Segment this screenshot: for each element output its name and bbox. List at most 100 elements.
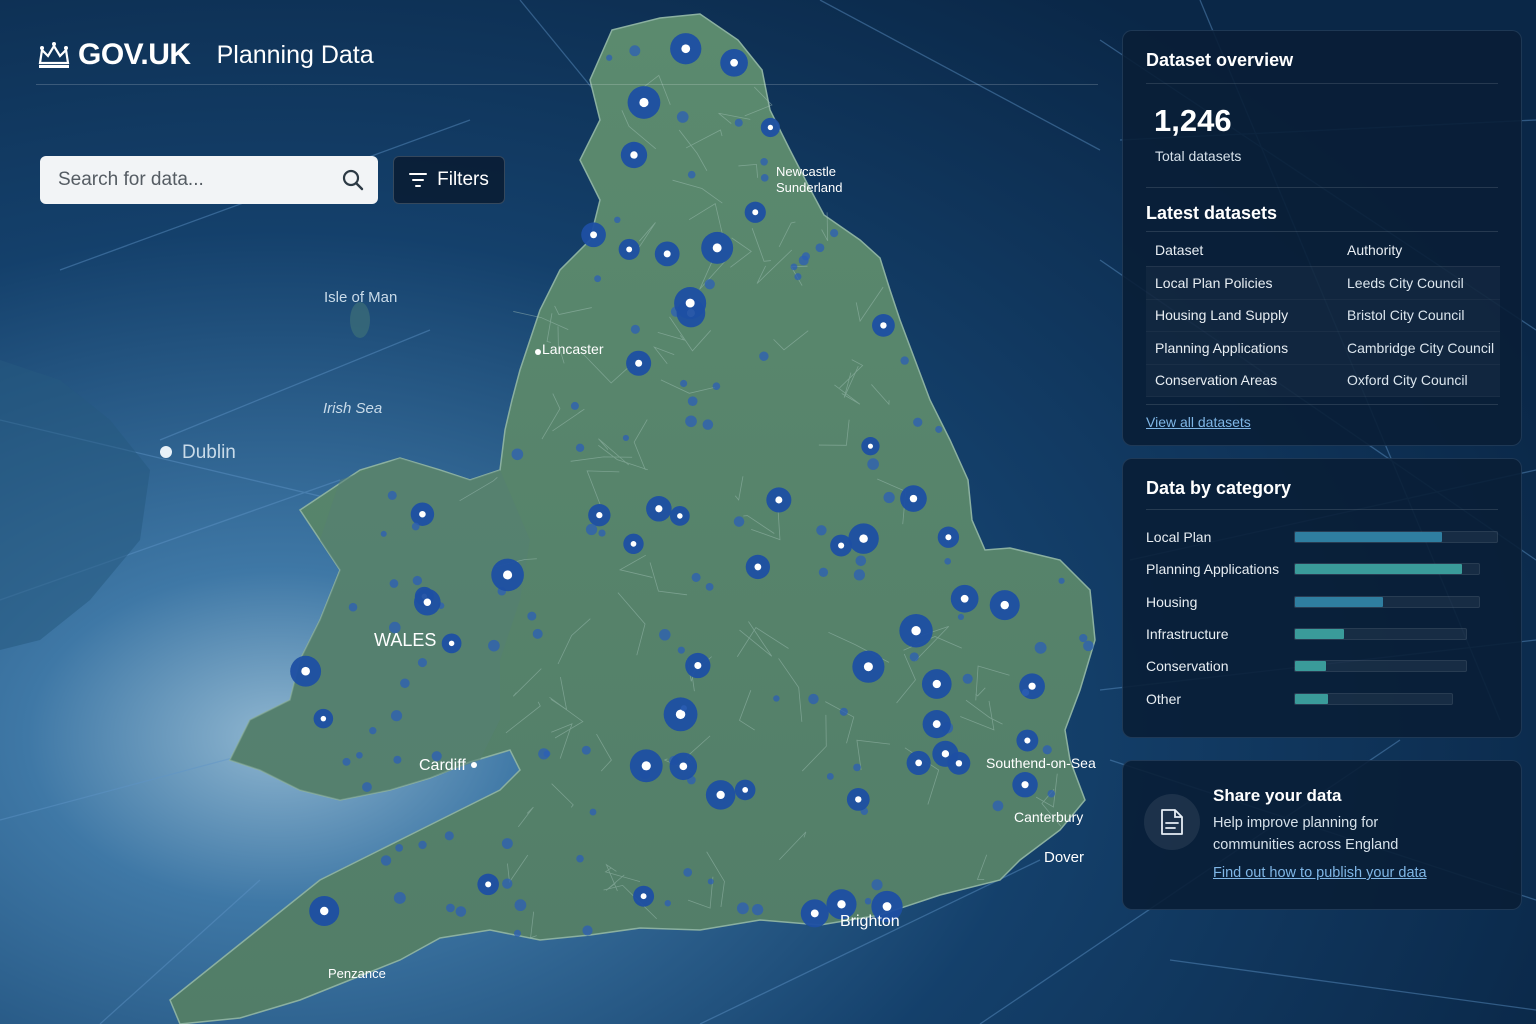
- map-pin-icon: [446, 903, 455, 913]
- category-row[interactable]: Planning Applications: [1146, 559, 1480, 579]
- map-pin-icon: [623, 533, 644, 555]
- map-pin-icon: [538, 748, 550, 760]
- map-pin-icon: [410, 502, 435, 526]
- map-pin-icon: [1019, 673, 1045, 700]
- map-label-canterbury: Canterbury: [1014, 809, 1083, 825]
- map-pin-icon: [598, 529, 606, 537]
- category-row[interactable]: Housing: [1146, 592, 1480, 612]
- map-pin-icon: [1047, 789, 1056, 798]
- table-row[interactable]: Housing Land Supply Bristol City Council: [1146, 300, 1500, 332]
- map-pin-icon: [491, 558, 524, 592]
- map-pin-icon: [501, 838, 513, 849]
- category-row[interactable]: Conservation: [1146, 656, 1467, 676]
- crown-icon: [36, 41, 72, 69]
- search-input[interactable]: [56, 168, 342, 192]
- service-name[interactable]: Planning Data: [217, 41, 374, 70]
- category-bar-track: [1294, 595, 1480, 608]
- table-row[interactable]: Local Plan Policies Leeds City Council: [1146, 267, 1500, 300]
- category-bar-track: [1294, 531, 1498, 543]
- site-header: GOV.UK Planning Data: [36, 26, 1098, 85]
- map-pin-icon: [704, 279, 715, 290]
- filter-icon: [409, 172, 428, 188]
- map-pin-icon: [412, 575, 422, 586]
- map-pin-icon: [687, 170, 696, 179]
- map-pin-icon: [759, 351, 769, 361]
- map-pin-icon: [389, 579, 399, 588]
- map-pin-icon: [618, 238, 640, 260]
- map-pin-icon: [913, 417, 923, 427]
- map-pin-icon: [909, 652, 919, 662]
- publish-data-link[interactable]: Find out how to publish your data: [1213, 865, 1427, 881]
- map-pin-icon: [900, 356, 909, 365]
- map-pin-icon: [899, 614, 933, 648]
- category-bar-fill: [1295, 532, 1442, 542]
- latest-datasets-table: Dataset Authority Local Plan Policies Le…: [1146, 233, 1500, 397]
- map-pin-icon: [705, 582, 714, 591]
- map-pin-icon: [581, 222, 606, 248]
- map-pin-icon: [620, 141, 648, 169]
- dublin-marker-icon: [160, 446, 172, 458]
- map-pin-icon: [514, 899, 527, 912]
- filters-button[interactable]: Filters: [393, 156, 505, 204]
- map-pin-icon: [848, 523, 879, 554]
- category-row[interactable]: Infrastructure: [1146, 624, 1467, 644]
- authority-name: Cambridge City Council: [1347, 339, 1495, 356]
- category-label: Conservation: [1146, 658, 1229, 675]
- map-pin-icon: [680, 379, 688, 388]
- dataset-name: Local Plan Policies: [1155, 274, 1273, 291]
- category-bar-track: [1294, 692, 1453, 705]
- category-row[interactable]: Local Plan: [1146, 527, 1498, 547]
- category-bar-track: [1294, 627, 1467, 640]
- map-pin-icon: [1042, 745, 1052, 755]
- map-pin-icon: [614, 216, 621, 224]
- map-pin-icon: [853, 569, 865, 581]
- column-header-authority: Authority: [1347, 241, 1403, 258]
- map-pin-icon: [1021, 688, 1030, 697]
- category-row[interactable]: Other: [1146, 689, 1453, 709]
- table-row[interactable]: Planning Applications Cambridge City Cou…: [1146, 332, 1500, 365]
- map-pin-icon: [989, 590, 1020, 621]
- map-pin-icon: [290, 655, 322, 687]
- dataset-overview-panel: Dataset overview 1,246 Total datasets La…: [1122, 30, 1522, 446]
- category-label: Local Plan: [1146, 529, 1212, 545]
- map-label-isle-of-man: Isle of Man: [324, 289, 397, 306]
- map-pin-icon: [594, 275, 602, 283]
- map-pin-icon: [680, 705, 687, 712]
- map-pin-icon: [872, 313, 895, 337]
- map-pin-icon: [957, 613, 965, 620]
- map-pin-icon: [362, 782, 372, 792]
- view-all-datasets-link[interactable]: View all datasets: [1146, 414, 1251, 430]
- map-pin-icon: [867, 458, 879, 470]
- map-pin-icon: [646, 495, 672, 522]
- total-datasets-label: Total datasets: [1155, 148, 1242, 164]
- map-pin-icon: [733, 516, 745, 527]
- map-label-southend: Southend-on-Sea: [986, 755, 1096, 771]
- search-icon[interactable]: [342, 169, 364, 191]
- map-pin-icon: [585, 523, 598, 536]
- map-label-penzance: Penzance: [328, 966, 386, 981]
- map-pin-icon: [818, 567, 829, 577]
- cardiff-dot-icon: [471, 762, 477, 768]
- map-pin-icon: [935, 425, 943, 433]
- map-pin-icon: [883, 491, 895, 504]
- map-pin-icon: [826, 773, 834, 780]
- map-pin-icon: [683, 868, 693, 877]
- logo-text: GOV.UK: [78, 38, 191, 71]
- map-pin-icon: [527, 611, 537, 621]
- map-pin-icon: [380, 855, 392, 866]
- map-pin-icon: [745, 554, 771, 580]
- map-pin-icon: [712, 382, 721, 390]
- map-pin-icon: [947, 751, 971, 775]
- table-row[interactable]: Conservation Areas Oxford City Council: [1146, 365, 1500, 397]
- map-pin-icon: [687, 396, 698, 407]
- divider: [1146, 404, 1498, 405]
- map-pin-icon: [701, 231, 734, 264]
- map-pin-icon: [626, 350, 652, 376]
- map-pin-icon: [852, 650, 885, 683]
- govuk-logo[interactable]: GOV.UK: [36, 38, 191, 72]
- map-pin-icon: [800, 899, 829, 928]
- map-label-newcastle: Newcastle: [776, 164, 836, 179]
- share-data-panel: Share your data Help improve planning fo…: [1122, 760, 1522, 910]
- map-pin-icon: [532, 628, 543, 639]
- map-pin-icon: [1016, 729, 1039, 752]
